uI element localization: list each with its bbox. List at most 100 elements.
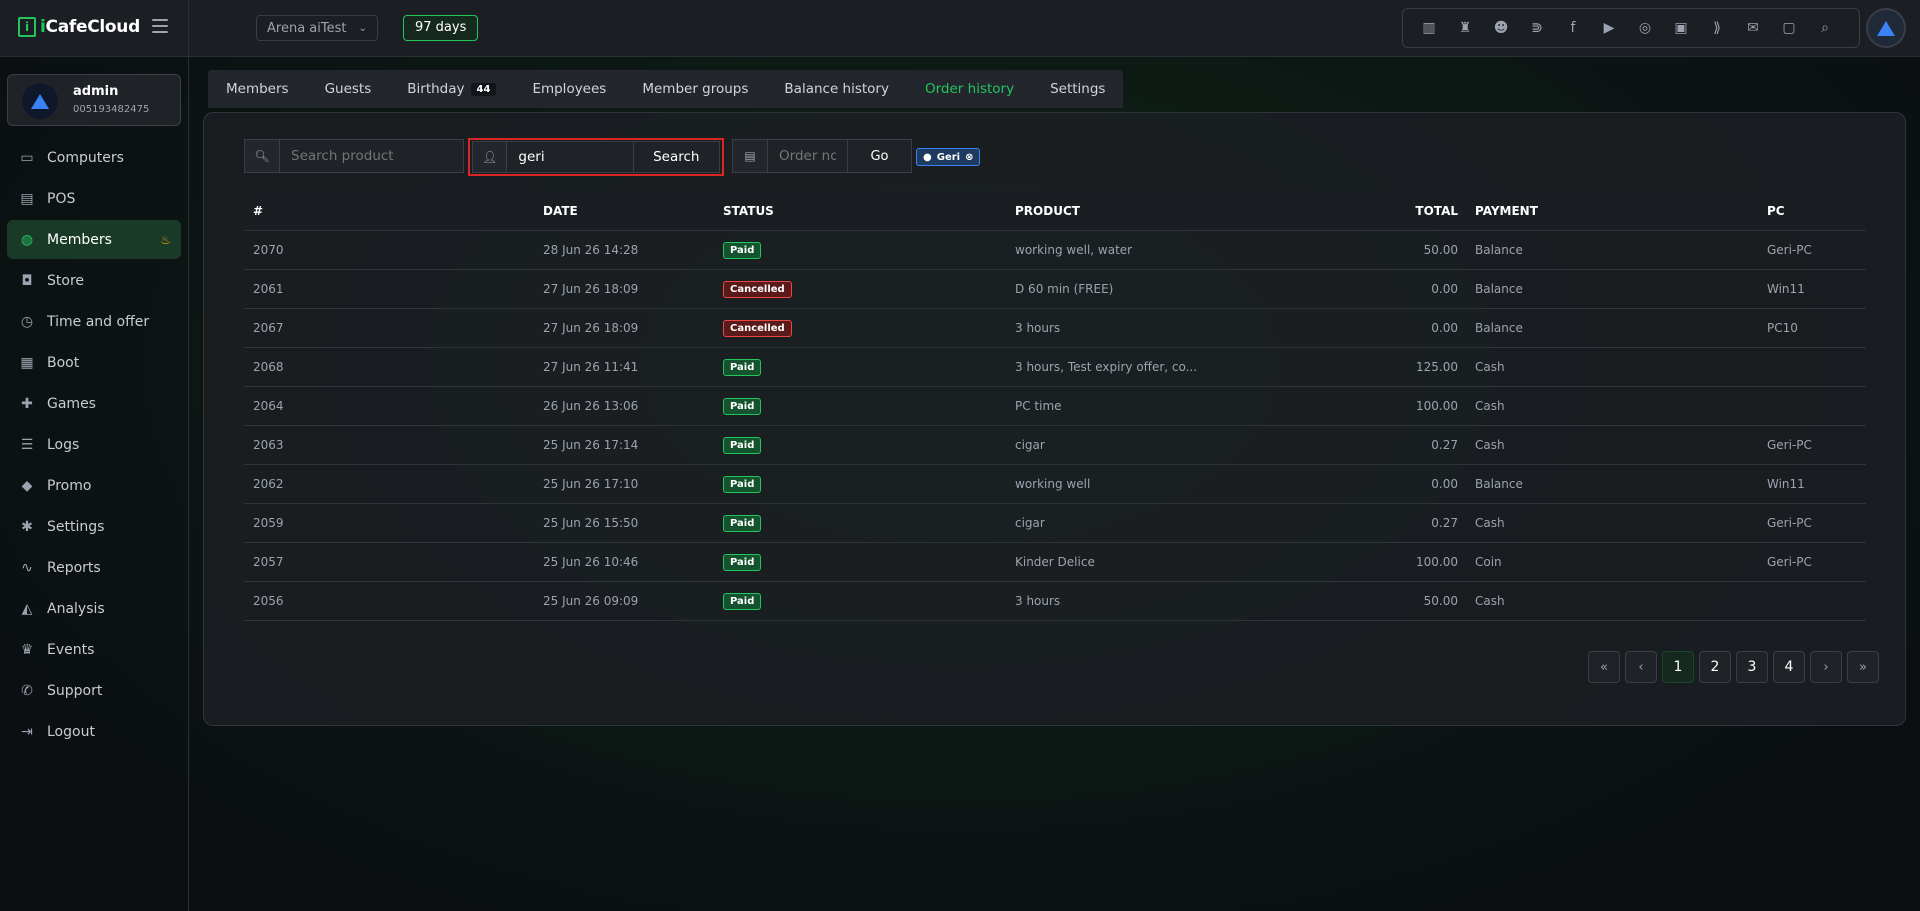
user-circle-icon: ● <box>923 151 932 163</box>
table-row[interactable]: 2067 27 Jun 26 18:09 Cancelled 3 hours 0.00 B… <box>244 309 1866 348</box>
table-row[interactable]: 2064 26 Jun 26 13:06 Paid PC time 100.00 Cash <box>244 387 1866 426</box>
product-search-input[interactable] <box>280 139 464 173</box>
table-body: 2070 28 Jun 26 14:28 Paid working well, wat… <box>244 231 1866 621</box>
sidebar-item-boot[interactable]: ▦ Boot <box>7 343 181 382</box>
order-number-input[interactable] <box>768 139 848 173</box>
header-date[interactable]: DATE <box>534 204 714 218</box>
sidebar-item-games[interactable]: ✚ Games <box>7 384 181 423</box>
table-row[interactable]: 2056 25 Jun 26 09:09 Paid 3 hours 50.00 Cash <box>244 582 1866 621</box>
leaderboard-icon[interactable]: ▥ <box>1411 14 1447 42</box>
chat-icon[interactable]: ▢ <box>1771 14 1807 42</box>
order-product: cigar <box>1015 516 1045 530</box>
order-payment: Balance <box>1475 477 1523 491</box>
sidebar-item-promo[interactable]: ◆ Promo <box>7 466 181 505</box>
icafe-icon[interactable]: ▣ <box>1663 14 1699 42</box>
sidebar-item-members[interactable]: ◍ Members ♨ <box>7 220 181 259</box>
filter-chip-label: Geri <box>936 151 961 163</box>
order-pc: Geri-PC <box>1767 516 1812 530</box>
sidebar-item-label: Computers <box>47 149 124 166</box>
page-button-3[interactable]: 3 <box>1736 651 1768 683</box>
profile-avatar[interactable] <box>1866 8 1906 48</box>
user-search-input[interactable]: geri <box>507 141 634 173</box>
sidebar-item-events[interactable]: ♛ Events <box>7 630 181 669</box>
order-date: 28 Jun 26 14:28 <box>543 243 639 257</box>
page-button-4[interactable]: 4 <box>1773 651 1805 683</box>
sidebar-item-computers[interactable]: ▭ Computers <box>7 138 181 177</box>
order-product: working well, water <box>1015 243 1133 257</box>
table-row[interactable]: 2057 25 Jun 26 10:46 Paid Kinder Delice 100.… <box>244 543 1866 582</box>
table-row[interactable]: 2061 27 Jun 26 18:09 Cancelled D 60 min (FR… <box>244 270 1866 309</box>
order-total: 0.27 <box>1431 438 1458 452</box>
close-icon[interactable]: ⊗ <box>965 152 973 163</box>
sidebar-nav: ▭ Computers ▤ POS ◍ Members ♨ ◘ Store ◷ Time and o… <box>7 138 181 753</box>
order-number: 2070 <box>253 243 284 257</box>
sidebar-item-logs[interactable]: ☰ Logs <box>7 425 181 464</box>
next-page-button[interactable]: › <box>1810 651 1842 683</box>
tab-label: Members <box>226 81 289 97</box>
page-button-1[interactable]: 1 <box>1662 651 1694 683</box>
product-search-group: 🔍︎ <box>244 139 464 173</box>
order-date: 27 Jun 26 11:41 <box>543 360 639 374</box>
header-pc[interactable]: PC <box>1758 204 1866 218</box>
page-button-2[interactable]: 2 <box>1699 651 1731 683</box>
order-status-cell: Paid <box>714 241 1006 259</box>
go-button[interactable]: Go <box>848 139 912 173</box>
tab-balance-history[interactable]: Balance history <box>766 70 907 108</box>
members-icon: ◍ <box>20 231 34 248</box>
tab-label: Member groups <box>642 81 749 97</box>
table-row[interactable]: 2059 25 Jun 26 15:50 Paid cigar 0.27 Cash Geri… <box>244 504 1866 543</box>
header-num[interactable]: # <box>244 204 534 218</box>
handshake-icon[interactable]: ⟫ <box>1699 14 1735 42</box>
table-row[interactable]: 2062 25 Jun 26 17:10 Paid working well 0.00 B… <box>244 465 1866 504</box>
cafe-selector[interactable]: Arena aiTest ⌄ <box>256 15 378 41</box>
status-badge: Paid <box>723 475 762 493</box>
header-status[interactable]: STATUS <box>714 204 1006 218</box>
rss-icon[interactable]: ⋑ <box>1519 14 1555 42</box>
order-number: 2062 <box>253 477 284 491</box>
sidebar-item-logout[interactable]: ⇥ Logout <box>7 712 181 751</box>
mail-icon[interactable]: ✉ <box>1735 14 1771 42</box>
user-icon: 👤︎ <box>472 141 508 173</box>
header-product[interactable]: PRODUCT <box>1006 204 1296 218</box>
tab-settings[interactable]: Settings <box>1032 70 1123 108</box>
table-row[interactable]: 2070 28 Jun 26 14:28 Paid working well, wat… <box>244 231 1866 270</box>
tab-member-groups[interactable]: Member groups <box>624 70 766 108</box>
table-row[interactable]: 2063 25 Jun 26 17:14 Paid cigar 0.27 Cash Geri… <box>244 426 1866 465</box>
order-number: 2061 <box>253 282 284 296</box>
hamburger-menu-icon[interactable] <box>152 19 168 33</box>
first-page-button[interactable]: « <box>1588 651 1620 683</box>
tab-employees[interactable]: Employees <box>514 70 624 108</box>
sidebar-item-time-and-offer[interactable]: ◷ Time and offer <box>7 302 181 341</box>
youtube-icon[interactable]: ▶ <box>1591 14 1627 42</box>
trophy-icon[interactable]: ♜ <box>1447 14 1483 42</box>
tab-order-history[interactable]: Order history <box>907 70 1032 108</box>
sidebar-item-settings[interactable]: ✱ Settings <box>7 507 181 546</box>
sidebar-item-store[interactable]: ◘ Store <box>7 261 181 300</box>
order-total: 0.00 <box>1431 282 1458 296</box>
sidebar-item-pos[interactable]: ▤ POS <box>7 179 181 218</box>
users-icon[interactable]: ☻ <box>1483 14 1519 42</box>
tab-guests[interactable]: Guests <box>307 70 390 108</box>
status-badge: Paid <box>723 397 762 415</box>
app-logo[interactable]: i iCafeCloud <box>18 17 140 37</box>
header-payment[interactable]: PAYMENT <box>1466 204 1758 218</box>
sidebar-item-support[interactable]: ✆ Support <box>7 671 181 710</box>
user-card[interactable]: admin 005193482475 <box>7 74 181 126</box>
tab-birthday[interactable]: Birthday 44 <box>389 70 514 108</box>
search-icon[interactable]: ⌕ <box>1807 14 1843 42</box>
tab-label: Birthday <box>407 81 465 97</box>
globe-icon[interactable]: ◎ <box>1627 14 1663 42</box>
user-search-group: 👤︎ geri Search <box>468 138 724 176</box>
last-page-button[interactable]: » <box>1847 651 1879 683</box>
search-button[interactable]: Search <box>633 141 720 173</box>
table-row[interactable]: 2068 27 Jun 26 11:41 Paid 3 hours, Test exp… <box>244 348 1866 387</box>
order-product: D 60 min (FREE) <box>1015 282 1114 296</box>
order-product: 3 hours, Test expiry offer, co... <box>1015 360 1198 374</box>
sidebar-item-analysis[interactable]: ◭ Analysis <box>7 589 181 628</box>
header-total[interactable]: TOTAL <box>1296 204 1466 218</box>
facebook-icon[interactable]: f <box>1555 14 1591 42</box>
prev-page-button[interactable]: ‹ <box>1625 651 1657 683</box>
sidebar-item-reports[interactable]: ∿ Reports <box>7 548 181 587</box>
tab-members[interactable]: Members <box>208 70 307 108</box>
receipt-icon: ▤ <box>732 139 768 173</box>
